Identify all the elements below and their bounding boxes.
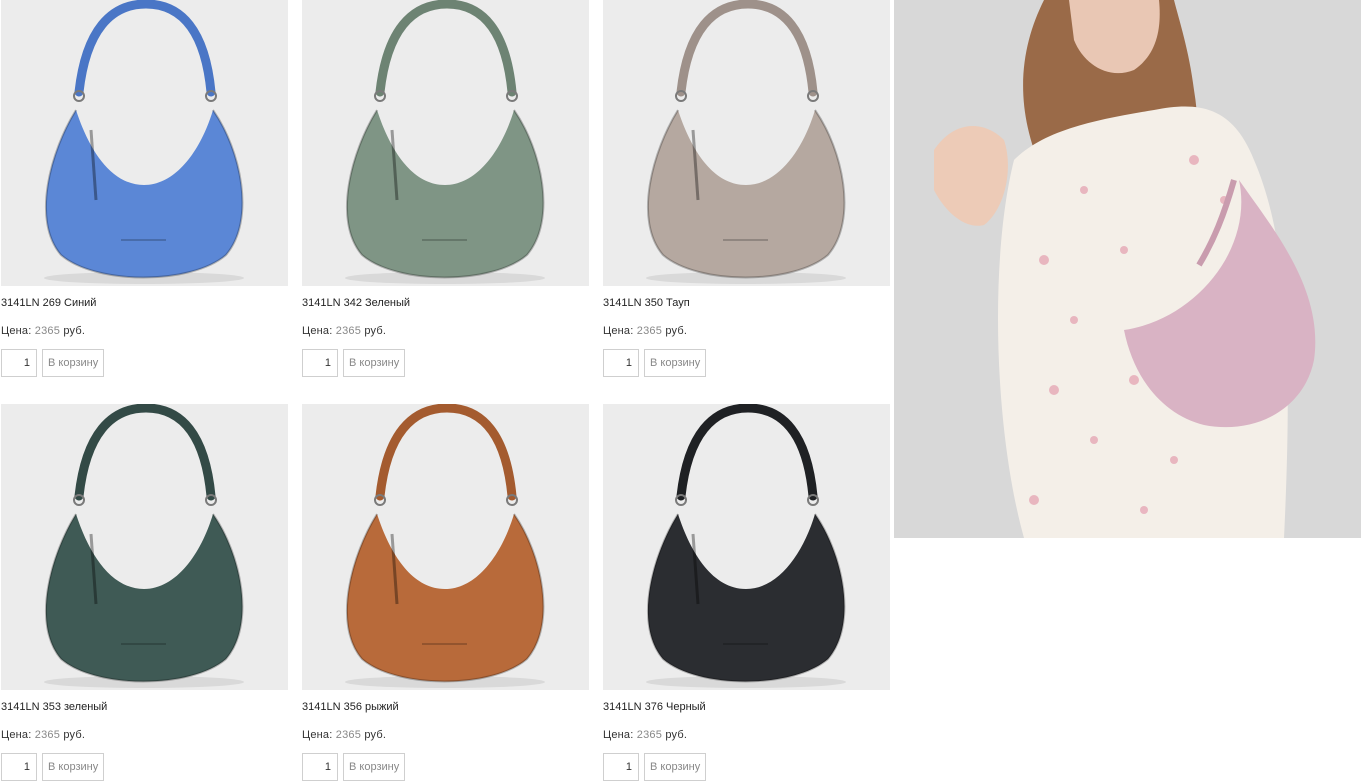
add-to-cart-button[interactable]: В корзину [644, 349, 707, 377]
add-to-cart-button[interactable]: В корзину [42, 753, 105, 781]
product-title[interactable]: 3141LN 269 Синий [1, 297, 96, 309]
product-title[interactable]: 3141LN 356 рыжий [302, 701, 399, 713]
handbag-image [302, 404, 589, 690]
add-to-cart-button[interactable]: В корзину [343, 349, 406, 377]
product-price: Цена: 2365 руб. [1, 729, 86, 741]
add-to-cart-button[interactable]: В корзину [644, 753, 707, 781]
product-photo[interactable] [302, 0, 589, 286]
quantity-input[interactable] [603, 753, 639, 781]
quantity-input[interactable] [1, 349, 37, 377]
product-card: 3141LN 350 Тауп Цена: 2365 руб. В корзин… [603, 0, 890, 377]
product-price: Цена: 2365 руб. [603, 325, 688, 337]
product-title[interactable]: 3141LN 342 Зеленый [302, 297, 410, 309]
product-title[interactable]: 3141LN 353 зеленый [1, 701, 107, 713]
quantity-input[interactable] [603, 349, 639, 377]
handbag-image [603, 0, 890, 286]
product-card: 3141LN 353 зеленый Цена: 2365 руб. В кор… [1, 404, 288, 781]
lifestyle-banner[interactable] [894, 0, 1361, 538]
product-photo[interactable] [302, 404, 589, 690]
quantity-input[interactable] [302, 349, 338, 377]
product-card: 3141LN 356 рыжий Цена: 2365 руб. В корзи… [302, 404, 589, 781]
quantity-input[interactable] [302, 753, 338, 781]
product-price: Цена: 2365 руб. [1, 325, 86, 337]
product-price: Цена: 2365 руб. [302, 729, 387, 741]
model-photo [894, 0, 1361, 538]
product-photo[interactable] [603, 0, 890, 286]
handbag-image [302, 0, 589, 286]
quantity-input[interactable] [1, 753, 37, 781]
add-to-cart-button[interactable]: В корзину [343, 753, 406, 781]
handbag-image [1, 0, 288, 286]
product-title[interactable]: 3141LN 376 Черный [603, 701, 706, 713]
product-photo[interactable] [1, 404, 288, 690]
product-photo[interactable] [1, 0, 288, 286]
product-card: 3141LN 342 Зеленый Цена: 2365 руб. В кор… [302, 0, 589, 377]
product-price: Цена: 2365 руб. [302, 325, 387, 337]
handbag-image [603, 404, 890, 690]
product-card: 3141LN 376 Черный Цена: 2365 руб. В корз… [603, 404, 890, 781]
product-title[interactable]: 3141LN 350 Тауп [603, 297, 690, 309]
add-to-cart-button[interactable]: В корзину [42, 349, 105, 377]
product-price: Цена: 2365 руб. [603, 729, 688, 741]
handbag-image [1, 404, 288, 690]
product-card: 3141LN 269 Синий Цена: 2365 руб. В корзи… [1, 0, 288, 377]
product-photo[interactable] [603, 404, 890, 690]
